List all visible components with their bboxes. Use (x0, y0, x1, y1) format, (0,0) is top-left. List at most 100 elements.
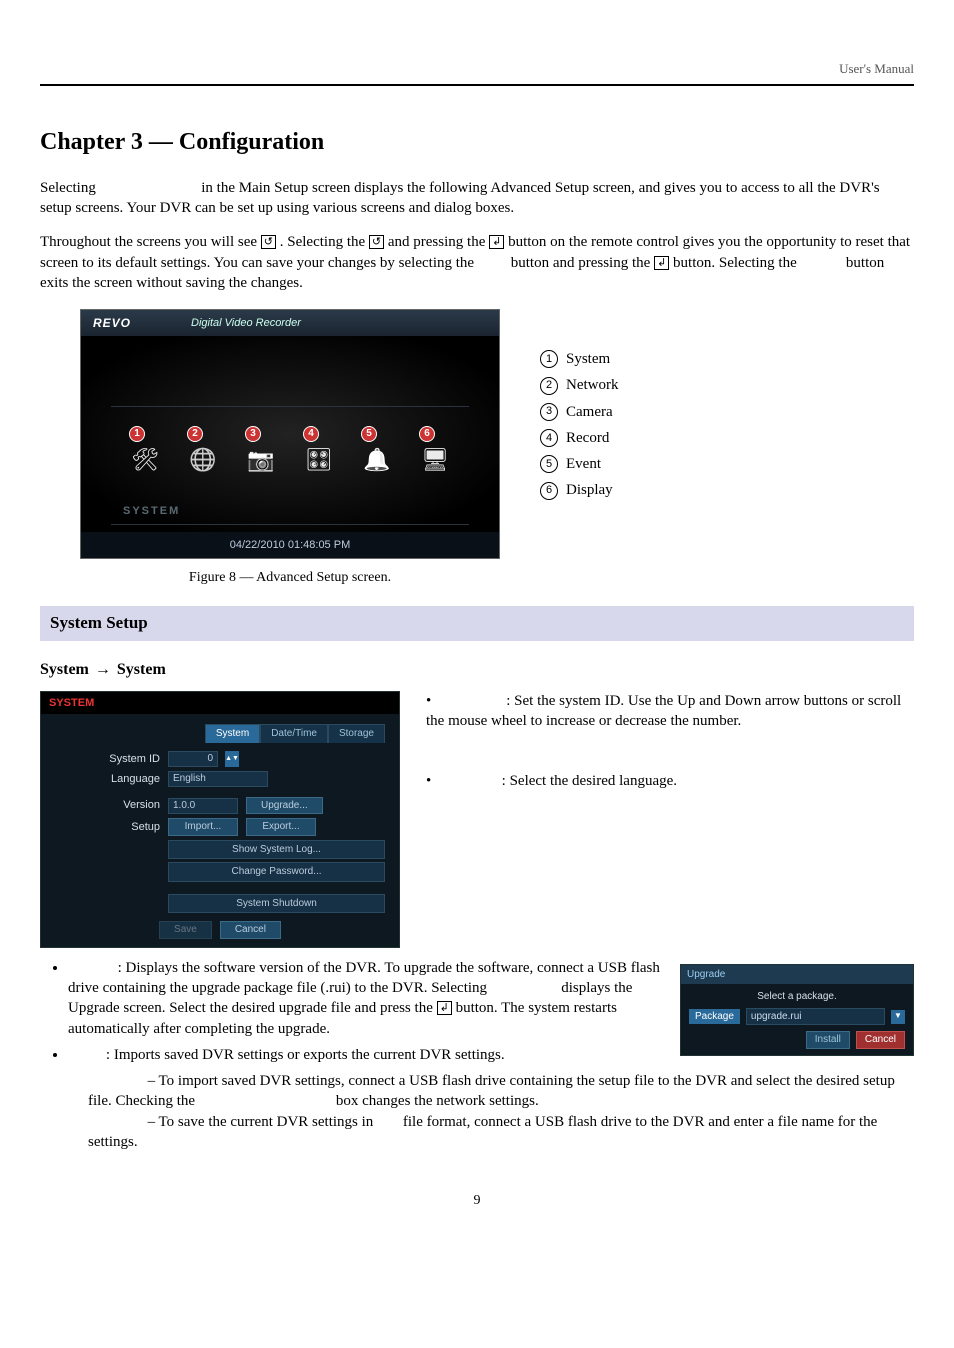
export-button[interactable]: Export... (246, 818, 316, 836)
menu-icon-event[interactable]: 🔔 5 (353, 436, 401, 484)
tab-system[interactable]: System (205, 724, 260, 743)
change-password-button[interactable]: Change Password... (168, 862, 385, 882)
reset-icon: ↺ (261, 235, 276, 249)
package-field[interactable]: upgrade.rui (746, 1008, 885, 1026)
settings-window-title: SYSTEM (41, 692, 399, 715)
camera-icon: 📷 (247, 445, 274, 475)
show-system-log-button[interactable]: Show System Log... (168, 840, 385, 860)
page-header-doc-title: User's Manual (40, 60, 914, 78)
legend-number-icon: 1 (540, 350, 558, 368)
label-version: Version (55, 798, 160, 813)
legend-item: 3 Camera (540, 402, 619, 422)
package-label: Package (689, 1009, 740, 1025)
text: box changes the network settings. (336, 1093, 539, 1109)
legend-label: Camera (566, 402, 613, 422)
version-field: 1.0.0 (168, 798, 238, 814)
save-label: Save (478, 255, 507, 271)
language-label: Language (439, 773, 498, 789)
selected-menu-label: SYSTEM (123, 504, 180, 519)
text: – To save the current DVR settings in (148, 1114, 377, 1130)
upgrade-button[interactable]: Upgrade... (246, 797, 323, 815)
system-settings-screenshot: SYSTEM System Date/Time Storage System I… (40, 691, 400, 948)
legend-label: Network (566, 375, 619, 395)
upgrade-dialog-screenshot: Upgrade Select a package. Package upgrad… (680, 964, 914, 1056)
tab-datetime[interactable]: Date/Time (260, 724, 328, 743)
upgrade-message: Select a package. (689, 990, 905, 1004)
menu-icon-display[interactable]: 🖥 6 (411, 436, 459, 484)
enter-icon: ↲ (654, 256, 669, 270)
badge-6: 6 (419, 426, 435, 442)
brand-logo: REVO (93, 315, 131, 331)
badge-1: 1 (129, 426, 145, 442)
cancel-label: Cancel (801, 255, 843, 271)
system-id-field[interactable]: 0 (168, 751, 218, 767)
tabs: System Date/Time Storage (55, 724, 385, 743)
reset-icon: ↺ (369, 235, 384, 249)
text: . Selecting the (280, 234, 369, 250)
import-sub: Import… – To import saved DVR settings, … (88, 1071, 914, 1112)
language-field[interactable]: English (168, 771, 268, 787)
dvr-title: Digital Video Recorder (191, 316, 301, 331)
system-id-spinner[interactable]: ▲▼ (225, 751, 239, 767)
menu-icon-record[interactable]: 🎛 4 (295, 436, 343, 484)
dvr-titlebar: REVO Digital Video Recorder (81, 310, 499, 336)
monitor-icon: 🖥 (421, 445, 449, 475)
tab-storage[interactable]: Storage (328, 724, 385, 743)
label-system-id: System ID (55, 752, 160, 767)
legend-item: 1 System (540, 349, 619, 369)
dvr-timestamp: 04/22/2010 01:48:05 PM (81, 532, 499, 558)
import-label: Import… (88, 1073, 144, 1089)
legend-label: System (566, 349, 610, 369)
legend-item: 4 Record (540, 428, 619, 448)
upgrade-label: Upgrade… (491, 980, 558, 996)
figure-caption: Figure 8 — Advanced Setup screen. (80, 569, 500, 588)
legend-label: Display (566, 480, 613, 500)
upgrade-dialog-title: Upgrade (681, 965, 913, 985)
menu-icon-network[interactable]: 🌐 2 (179, 436, 227, 484)
chevron-down-icon[interactable]: ▼ (891, 1010, 905, 1024)
text: and pressing the (388, 234, 489, 250)
legend-label: Record (566, 428, 609, 448)
export-sub: Export… – To save the current DVR settin… (88, 1112, 914, 1153)
legend-number-icon: 3 (540, 403, 558, 421)
system-id-label: System ID (439, 693, 503, 709)
page-number: 9 (40, 1192, 914, 1211)
chapter-title: Chapter 3 — Configuration (40, 126, 914, 158)
legend-number-icon: 4 (540, 429, 558, 447)
badge-2: 2 (187, 426, 203, 442)
enter-icon: ↲ (489, 235, 504, 249)
legend-item: 6Display (540, 480, 619, 500)
advanced-setup-label: Advanced Setup (99, 180, 198, 196)
badge-5: 5 (361, 426, 377, 442)
include-network-label: Include network setup (199, 1093, 332, 1109)
tools-icon: 🛠 (131, 445, 159, 475)
menu-icon-camera[interactable]: 📷 3 (237, 436, 285, 484)
install-button[interactable]: Install (806, 1031, 850, 1049)
version-label: Version (68, 960, 114, 976)
legend-item: 2Network (540, 375, 619, 395)
section-heading-system-setup: System Setup (40, 606, 914, 641)
upgrade-cancel-button[interactable]: Cancel (856, 1031, 905, 1049)
save-button[interactable]: Save (159, 921, 212, 939)
dat-format-label: .dat (377, 1114, 399, 1130)
enter-icon: ↲ (437, 1001, 452, 1015)
text: Selecting (40, 180, 99, 196)
cancel-button[interactable]: Cancel (220, 921, 281, 939)
label-language: Language (55, 772, 160, 787)
intro-paragraph-1: Selecting Advanced Setup in the Main Set… (40, 178, 914, 219)
globe-icon: 🌐 (189, 445, 216, 475)
import-button[interactable]: Import... (168, 818, 238, 836)
badge-3: 3 (245, 426, 261, 442)
system-id-description: • System ID : Set the system ID. Use the… (426, 691, 914, 732)
menu-icon-system[interactable]: 🛠 1 (121, 436, 169, 484)
text: : Imports saved DVR settings or exports … (106, 1047, 505, 1063)
legend-label: Event (566, 454, 601, 474)
text: System (40, 659, 89, 681)
arrow-icon: → (95, 659, 111, 681)
system-shutdown-button[interactable]: System Shutdown (168, 894, 385, 914)
gear-icon: 🎛 (305, 445, 333, 475)
legend-number-icon: 5 (540, 455, 558, 473)
badge-4: 4 (303, 426, 319, 442)
intro-paragraph-2: Throughout the screens you will see ↺ . … (40, 232, 914, 293)
legend-item: 5 Event (540, 454, 619, 474)
